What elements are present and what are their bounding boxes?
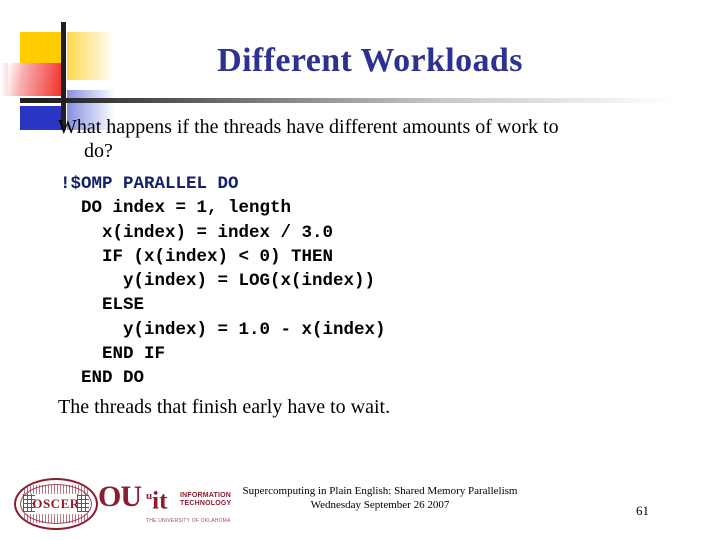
code-block: !$OMP PARALLEL DO DO index = 1, length x… xyxy=(60,172,386,391)
body-line-1: What happens if the threads have differe… xyxy=(58,116,559,138)
slide-title: Different Workloads xyxy=(217,42,523,79)
it-logo-line-3: THE UNIVERSITY OF OKLAHOMA xyxy=(146,518,231,524)
oscer-logo: OSCER xyxy=(14,478,98,530)
decoration-blue-square xyxy=(20,106,61,130)
body-line-2: do? xyxy=(84,140,113,162)
slide-body-text: What happens if the threads have differe… xyxy=(58,115,670,163)
oscer-logo-arc-top xyxy=(24,485,88,494)
code-body-lines: DO index = 1, length x(index) = index / … xyxy=(81,198,386,389)
code-directive-line: !$OMP PARALLEL DO xyxy=(60,174,239,194)
page-number: 61 xyxy=(636,503,649,518)
decoration-red-square xyxy=(8,63,61,96)
oscer-logo-text: OSCER xyxy=(32,496,80,511)
oscer-logo-arc-bottom xyxy=(24,514,88,523)
footer-text: Supercomputing in Plain English: Shared … xyxy=(150,484,610,512)
slide-closing-text: The threads that finish early have to wa… xyxy=(58,396,391,418)
footer-line-1: Supercomputing in Plain English: Shared … xyxy=(242,485,518,497)
decoration-horizontal-rule xyxy=(20,98,700,103)
ou-logo: OU xyxy=(98,480,142,513)
footer-line-2: Wednesday September 26 2007 xyxy=(310,499,450,511)
decoration-yellow-square xyxy=(20,32,61,63)
